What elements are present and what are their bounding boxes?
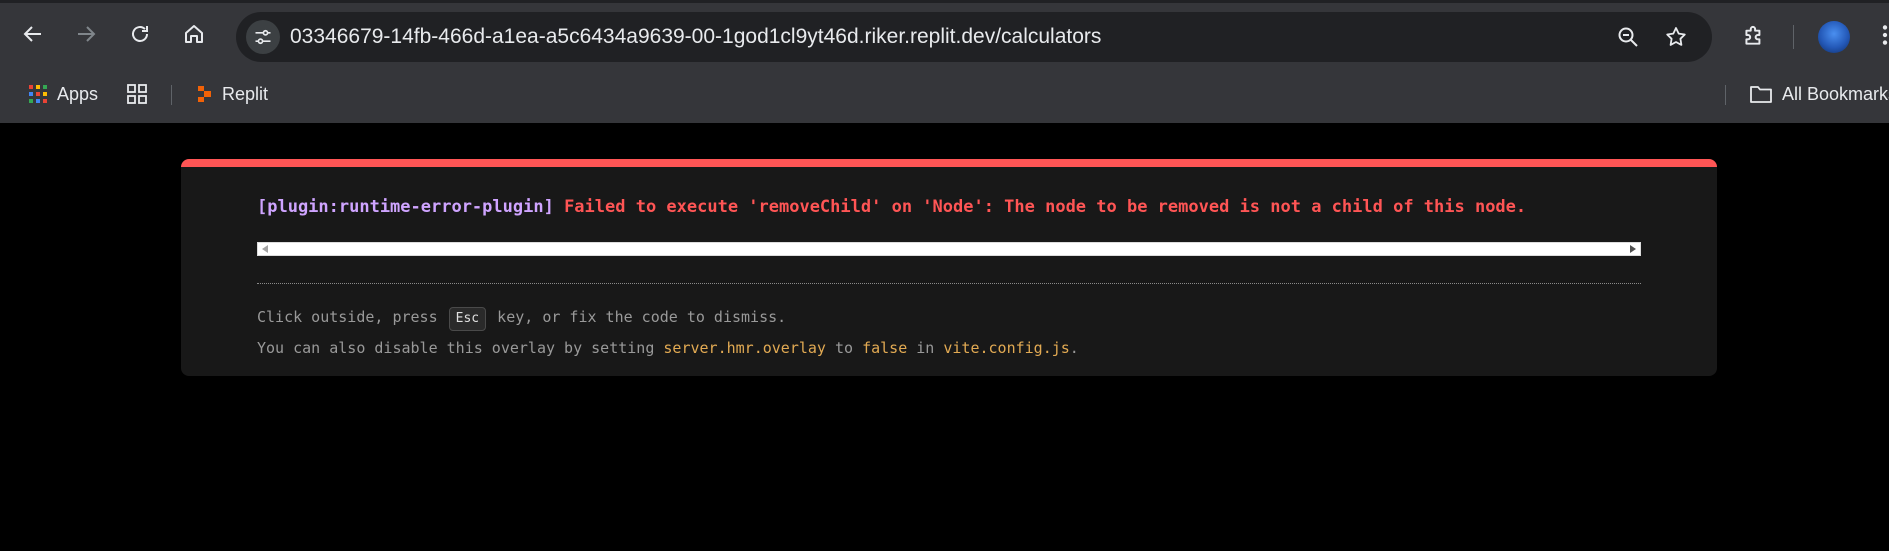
forward-button[interactable]: [69, 17, 103, 51]
arrow-right-icon: [78, 26, 96, 42]
folder-icon: [1750, 86, 1772, 103]
bookmarks-separator-right: [1725, 85, 1726, 105]
bookmark-all-label: All Bookmarks: [1782, 83, 1889, 104]
apps-grid-icon: [29, 85, 47, 103]
bookmarks-separator: [171, 85, 172, 105]
value-code: false: [862, 339, 908, 357]
site-info-button[interactable]: [246, 20, 280, 54]
horizontal-scrollbar[interactable]: [257, 242, 1641, 256]
bookmarks-bar: Apps Replit All Bookmarks: [0, 71, 1889, 116]
replit-logo-icon: [198, 86, 211, 102]
reload-icon: [132, 26, 148, 42]
disable-tip-in: in: [916, 339, 935, 357]
browser-chrome: 03346679-14fb-466d-a1ea-a5c6434a9639-00-…: [0, 0, 1889, 123]
puzzle-icon: [1745, 25, 1761, 45]
extensions-button[interactable]: [1739, 20, 1769, 50]
disable-tip-pre: You can also disable this overlay by set…: [257, 339, 655, 357]
tab-groups-button[interactable]: [126, 79, 148, 109]
home-icon: [185, 25, 203, 43]
dismiss-tip-post: key, or fix the code to dismiss.: [497, 308, 787, 326]
bookmark-apps[interactable]: Apps: [28, 79, 98, 109]
more-vert-icon: [1882, 25, 1888, 45]
config-file-code: vite.config.js: [943, 339, 1070, 357]
dotted-divider: [257, 283, 1641, 284]
bookmark-all[interactable]: All Bookmarks: [1749, 79, 1889, 109]
url-text[interactable]: 03346679-14fb-466d-a1ea-a5c6434a9639-00-…: [290, 12, 1101, 62]
setting-code: server.hmr.overlay: [663, 339, 826, 357]
back-button[interactable]: [16, 17, 50, 51]
grid-icon: [127, 84, 147, 104]
browser-toolbar: 03346679-14fb-466d-a1ea-a5c6434a9639-00-…: [0, 3, 1889, 71]
disable-tip: You can also disable this overlay by set…: [257, 339, 1079, 357]
toolbar-separator: [1793, 25, 1794, 49]
dismiss-tip: Click outside, press Esc key, or fix the…: [257, 307, 786, 331]
bookmark-replit[interactable]: Replit: [197, 79, 268, 109]
error-text: Failed to execute 'removeChild' on 'Node…: [564, 197, 1527, 217]
vite-error-overlay[interactable]: [plugin:runtime-error-plugin] Failed to …: [181, 159, 1717, 376]
scroll-right-icon[interactable]: [1630, 245, 1636, 253]
zoom-out-icon[interactable]: [1616, 25, 1640, 49]
home-button[interactable]: [177, 17, 211, 51]
esc-key: Esc: [448, 307, 487, 331]
bookmark-apps-label: Apps: [57, 83, 99, 104]
arrow-left-icon: [23, 26, 41, 42]
tune-icon: [255, 29, 271, 45]
reload-button[interactable]: [123, 17, 157, 51]
plugin-name: [plugin:runtime-error-plugin]: [257, 197, 554, 217]
address-bar[interactable]: 03346679-14fb-466d-a1ea-a5c6434a9639-00-…: [236, 12, 1712, 62]
profile-avatar[interactable]: [1818, 21, 1850, 53]
scroll-left-icon[interactable]: [262, 245, 268, 253]
star-icon[interactable]: [1664, 25, 1688, 49]
disable-tip-to: to: [834, 339, 854, 357]
bookmark-replit-label: Replit: [222, 83, 269, 104]
dismiss-tip-pre: Click outside, press: [257, 308, 438, 326]
browser-menu-button[interactable]: [1870, 20, 1889, 50]
disable-tip-end: .: [1069, 339, 1079, 357]
error-message: [plugin:runtime-error-plugin] Failed to …: [257, 197, 1526, 217]
